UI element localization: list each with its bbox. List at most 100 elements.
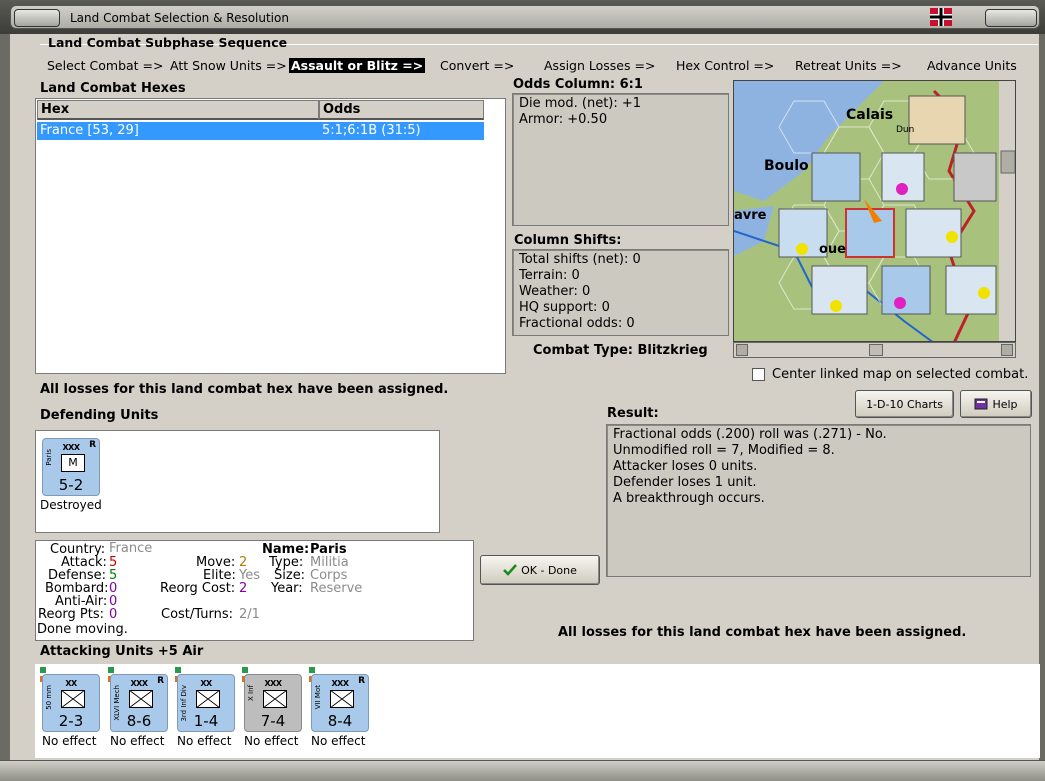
unit-stats: 5-2: [58, 476, 84, 494]
result-line-4: Defender loses 1 unit.: [613, 475, 757, 490]
step-assign-losses: Assign Losses =>: [544, 58, 656, 73]
country-value: France: [109, 541, 153, 556]
odds-heading: Odds Column: 6:1: [513, 77, 643, 92]
attacking-unit-result: No effect: [311, 734, 366, 748]
attacking-heading: Attacking Units +5 Air: [40, 644, 204, 659]
reorg-pts-label: Reorg Pts:: [38, 607, 104, 622]
unit-type-icon: [263, 690, 287, 708]
attacking-unit-counter[interactable]: XXX R XLVI Mech 8-6: [110, 674, 168, 732]
defending-unit-status: Destroyed: [40, 498, 102, 512]
losses-assigned-lower: All losses for this land combat hex have…: [558, 625, 967, 640]
shifts-heading: Column Shifts:: [514, 233, 622, 248]
odds-armor: Armor: +0.50: [519, 112, 608, 127]
center-linked-checkbox[interactable]: [752, 368, 765, 381]
step-att-snow-units: Att Snow Units =>: [170, 58, 287, 73]
reorg-cost-value: 2: [239, 581, 248, 596]
unit-reserve-flag: R: [89, 440, 96, 450]
unit-reserve-flag: R: [358, 676, 365, 686]
attacking-unit-result: No effect: [42, 734, 97, 748]
unit-name: VII Mot: [314, 685, 322, 710]
unit-stats: 8-6: [126, 712, 152, 730]
map-label-dunkirk: Dun: [896, 125, 915, 135]
attacking-unit-counter[interactable]: XXX X Inf 7-4: [244, 674, 302, 732]
table-row-odds[interactable]: 5:1;6:1B (31:5): [319, 122, 484, 140]
unit-marker-icon: [309, 667, 315, 673]
center-linked-label: Center linked map on selected combat.: [772, 367, 1029, 382]
result-line-2: Unmodified roll = 7, Modified = 8.: [613, 443, 835, 458]
scroll-right-button[interactable]: [1001, 344, 1013, 356]
result-line-3: Attacker loses 0 units.: [613, 459, 758, 474]
hexes-heading: Land Combat Hexes: [40, 81, 186, 96]
german-flag-icon: [930, 8, 952, 26]
window-menu-button[interactable]: [14, 9, 60, 27]
unit-type-icon: [330, 690, 354, 708]
odds-die-mod: Die mod. (net): +1: [519, 96, 642, 111]
attacking-unit-result: No effect: [177, 734, 232, 748]
step-convert: Convert =>: [440, 58, 515, 73]
unit-reserve-flag: R: [157, 676, 164, 686]
unit-type-icon: [196, 690, 220, 708]
subphase-heading: Land Combat Subphase Sequence: [48, 35, 288, 50]
column-header-odds[interactable]: Odds: [319, 100, 484, 120]
militia-symbol-icon: M: [61, 454, 85, 472]
attacking-unit-counter[interactable]: XX 50 mm 2-3: [42, 674, 100, 732]
losses-assigned-upper: All losses for this land combat hex have…: [40, 382, 449, 397]
attacking-unit-result: No effect: [244, 734, 299, 748]
unit-type-letter: M: [68, 456, 78, 469]
attacking-unit-counter[interactable]: XX 3rd Inf Div 1-4: [177, 674, 235, 732]
unit-marker-icon: [40, 667, 46, 673]
result-line-1: Fractional odds (.200) roll was (.271) -…: [613, 427, 887, 442]
map-label-calais: Calais: [846, 107, 894, 123]
ok-done-button[interactable]: OK - Done: [480, 555, 600, 585]
scroll-left-button[interactable]: [736, 344, 748, 356]
cost-turns-label: Cost/Turns:: [161, 607, 233, 622]
charts-button[interactable]: 1-D-10 Charts: [855, 390, 954, 418]
reorg-cost-label: Reorg Cost:: [160, 581, 236, 596]
help-button[interactable]: Help: [960, 390, 1032, 418]
map-label-boulogne: Boulo: [764, 158, 809, 174]
result-line-5: A breakthrough occurs.: [613, 491, 765, 506]
charts-button-label: 1-D-10 Charts: [866, 397, 943, 411]
unit-marker-icon: [108, 667, 114, 673]
window-close-button[interactable]: [985, 9, 1037, 27]
year-label: Year:: [271, 581, 303, 596]
step-advance-units: Advance Units: [927, 58, 1017, 73]
attacking-unit-counter[interactable]: XXX R VII Mot 8-4: [311, 674, 369, 732]
shift-weather: Weather: 0: [519, 284, 591, 299]
unit-name: X Inf: [247, 685, 255, 701]
unit-stats: 8-4: [327, 712, 353, 730]
unit-name: 50 mm: [45, 685, 53, 710]
column-header-hex[interactable]: Hex: [37, 100, 319, 120]
scrollbar-thumb[interactable]: [869, 344, 883, 356]
linked-map[interactable]: Calais Boulo avre oue Dun: [733, 80, 1016, 342]
result-heading: Result:: [607, 406, 659, 421]
shift-fractional-odds: Fractional odds: 0: [519, 316, 635, 331]
window-frame-left: [0, 34, 10, 781]
defending-heading: Defending Units: [40, 408, 159, 423]
help-book-icon: [974, 398, 988, 410]
help-button-label: Help: [992, 397, 1018, 411]
unit-marker-icon: [242, 667, 248, 673]
window-title: Land Combat Selection & Resolution: [70, 11, 289, 25]
step-select-combat: Select Combat =>: [47, 58, 164, 73]
step-hex-control: Hex Control =>: [676, 58, 775, 73]
defending-unit-counter[interactable]: XXX R Paris M 5-2: [42, 438, 100, 496]
shift-terrain: Terrain: 0: [519, 268, 580, 283]
unit-status: Done moving.: [37, 622, 128, 637]
map-horizontal-scrollbar[interactable]: [733, 342, 1016, 358]
unit-stats: 1-4: [193, 712, 219, 730]
attacking-unit-result: No effect: [110, 734, 165, 748]
reorg-pts-value: 0: [109, 607, 118, 622]
unit-marker-icon: [175, 667, 181, 673]
map-label-rouen: oue: [819, 242, 847, 257]
unit-stats: 2-3: [58, 712, 84, 730]
unit-type-icon: [61, 690, 85, 708]
combat-type: Combat Type: Blitzkrieg: [533, 343, 708, 358]
table-row-hex[interactable]: France [53, 29]: [37, 122, 319, 140]
cost-turns-value: 2/1: [239, 607, 260, 622]
step-assault-or-blitz: Assault or Blitz =>: [289, 58, 426, 73]
year-value: Reserve: [310, 581, 363, 596]
checkmark-icon: [503, 564, 518, 576]
ok-done-label: OK - Done: [521, 563, 577, 577]
shift-total: Total shifts (net): 0: [519, 252, 641, 267]
